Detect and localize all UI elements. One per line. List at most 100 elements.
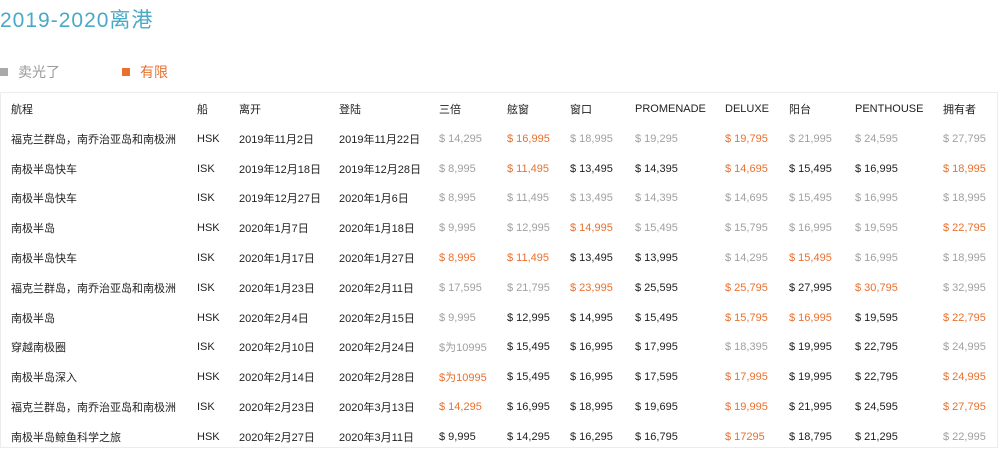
sold-out-swatch-icon [0, 68, 8, 76]
cell-arrival: 2020年1月27日 [339, 253, 415, 266]
cell-ship: HSK [197, 222, 220, 235]
cell-promenade: $ 16,795 [635, 430, 678, 443]
cell-penthouse: $ 19,595 [855, 222, 898, 235]
cell-deluxe: $ 19,995 [725, 401, 768, 414]
cell-owner: $ 24,995 [943, 341, 986, 354]
cell-triple: $ 9,995 [439, 430, 476, 443]
column-header-route: 航程 [11, 103, 33, 116]
cell-departure: 2020年1月7日 [239, 223, 309, 236]
cell-ship: ISK [197, 252, 215, 265]
cell-departure: 2020年2月4日 [239, 312, 309, 325]
cell-porthole: $ 11,495 [507, 162, 550, 175]
table-row: 福克兰群岛，南乔治亚岛和南极洲 ISK 2020年2月23日 2020年3月13日 $ … [1, 392, 997, 422]
cell-triple: $ 14,295 [439, 132, 482, 145]
cell-balcony: $ 16,995 [789, 311, 832, 324]
page-title: 2019-2020离港 [0, 9, 154, 32]
cell-window: $ 14,995 [570, 311, 613, 324]
cell-penthouse: $ 22,795 [855, 371, 898, 384]
cell-ship: ISK [197, 401, 215, 414]
cell-promenade: $ 25,595 [635, 281, 678, 294]
cell-ship: ISK [197, 162, 215, 175]
cell-porthole: $ 11,495 [507, 252, 550, 265]
cell-triple: $为10995 [439, 342, 487, 355]
availability-legend: 卖光了 有限 [0, 62, 168, 82]
cell-deluxe: $ 15,795 [725, 311, 768, 324]
cell-window: $ 13,495 [570, 162, 613, 175]
cell-departure: 2019年11月2日 [239, 133, 315, 146]
column-header-balcony: 阳台 [789, 103, 811, 116]
cell-route: 南极半岛快车 [11, 193, 77, 206]
table-row: 南极半岛快车 ISK 2019年12月18日 2019年12月28日 $ 8,995 $ … [1, 154, 997, 184]
cell-penthouse: $ 16,995 [855, 162, 898, 175]
cell-porthole: $ 12,995 [507, 311, 550, 324]
cell-deluxe: $ 17,995 [725, 371, 768, 384]
cell-deluxe: $ 18,395 [725, 341, 768, 354]
cell-ship: ISK [197, 281, 215, 294]
cell-ship: HSK [197, 311, 220, 324]
cell-owner: $ 32,995 [943, 281, 986, 294]
column-header-penthouse: PENTHOUSE [855, 102, 924, 115]
cell-promenade: $ 17,995 [635, 341, 678, 354]
cell-window: $ 23,995 [570, 281, 613, 294]
cell-departure: 2020年1月17日 [239, 253, 315, 266]
cell-owner: $ 22,995 [943, 430, 986, 443]
cell-arrival: 2020年1月6日 [339, 193, 409, 206]
cell-departure: 2020年2月10日 [239, 342, 315, 355]
cell-window: $ 16,995 [570, 341, 613, 354]
cell-porthole: $ 16,995 [507, 401, 550, 414]
table-row: 南极半岛鲸鱼科学之旅 HSK 2020年2月27日 2020年3月11日 $ 9,995… [1, 422, 997, 447]
cell-arrival: 2019年12月28日 [339, 163, 421, 176]
legend-sold-out-label: 卖光了 [18, 64, 60, 80]
cell-porthole: $ 16,995 [507, 132, 550, 145]
cell-promenade: $ 17,595 [635, 371, 678, 384]
cell-arrival: 2020年3月11日 [339, 431, 415, 444]
cell-window: $ 13,495 [570, 252, 613, 265]
cell-triple: $ 8,995 [439, 162, 476, 175]
cell-porthole: $ 21,795 [507, 281, 550, 294]
column-header-ship: 船 [197, 103, 208, 116]
legend-limited: 有限 [122, 62, 168, 82]
cell-balcony: $ 16,995 [789, 222, 832, 235]
cell-arrival: 2020年2月28日 [339, 372, 415, 385]
cell-owner: $ 22,795 [943, 311, 986, 324]
table-row: 南极半岛快车 ISK 2020年1月17日 2020年1月27日 $ 8,995 $ 11… [1, 243, 997, 273]
cell-balcony: $ 15,495 [789, 252, 832, 265]
cell-window: $ 14,995 [570, 222, 613, 235]
cell-porthole: $ 15,495 [507, 341, 550, 354]
cell-deluxe: $ 14,695 [725, 162, 768, 175]
cell-owner: $ 18,995 [943, 162, 986, 175]
cell-penthouse: $ 16,995 [855, 252, 898, 265]
cell-triple: $ 14,295 [439, 401, 482, 414]
cell-route: 南极半岛 [11, 223, 55, 236]
cell-penthouse: $ 30,795 [855, 281, 898, 294]
cell-triple: $ 9,995 [439, 222, 476, 235]
cell-balcony: $ 21,995 [789, 132, 832, 145]
cell-route: 穿越南极圈 [11, 342, 66, 355]
cell-window: $ 16,295 [570, 430, 613, 443]
cell-departure: 2020年2月14日 [239, 372, 315, 385]
cell-balcony: $ 15,495 [789, 162, 832, 175]
table-row: 穿越南极圈 ISK 2020年2月10日 2020年2月24日 $为10995 $ 15,… [1, 333, 997, 363]
legend-sold-out: 卖光了 [0, 62, 60, 82]
table-row: 南极半岛快车 ISK 2019年12月27日 2020年1月6日 $ 8,995 $ 11… [1, 184, 997, 214]
cell-arrival: 2020年1月18日 [339, 223, 415, 236]
cell-ship: ISK [197, 341, 215, 354]
cell-porthole: $ 11,495 [507, 192, 550, 205]
cell-porthole: $ 12,995 [507, 222, 550, 235]
cell-route: 南极半岛快车 [11, 253, 77, 266]
cell-triple: $ 9,995 [439, 311, 476, 324]
cell-balcony: $ 27,995 [789, 281, 832, 294]
cell-window: $ 18,995 [570, 401, 613, 414]
cell-deluxe: $ 25,795 [725, 281, 768, 294]
cell-promenade: $ 15,495 [635, 222, 678, 235]
column-header-departure: 离开 [239, 103, 261, 116]
departures-table: 航程 船 离开 登陆 三倍 舷窗 窗口 PROMENADE DELUXE 阳台 PENTHOUSE 拥… [1, 93, 997, 447]
departures-table-container: 航程 船 离开 登陆 三倍 舷窗 窗口 PROMENADE DELUXE 阳台 PENTHOUSE 拥… [0, 92, 998, 448]
cell-window: $ 16,995 [570, 371, 613, 384]
cell-departure: 2019年12月18日 [239, 163, 321, 176]
cell-ship: ISK [197, 192, 215, 205]
column-header-window: 窗口 [570, 103, 592, 116]
cell-route: 福克兰群岛，南乔治亚岛和南极洲 [11, 402, 176, 415]
cell-penthouse: $ 22,795 [855, 341, 898, 354]
cell-owner: $ 22,795 [943, 222, 986, 235]
